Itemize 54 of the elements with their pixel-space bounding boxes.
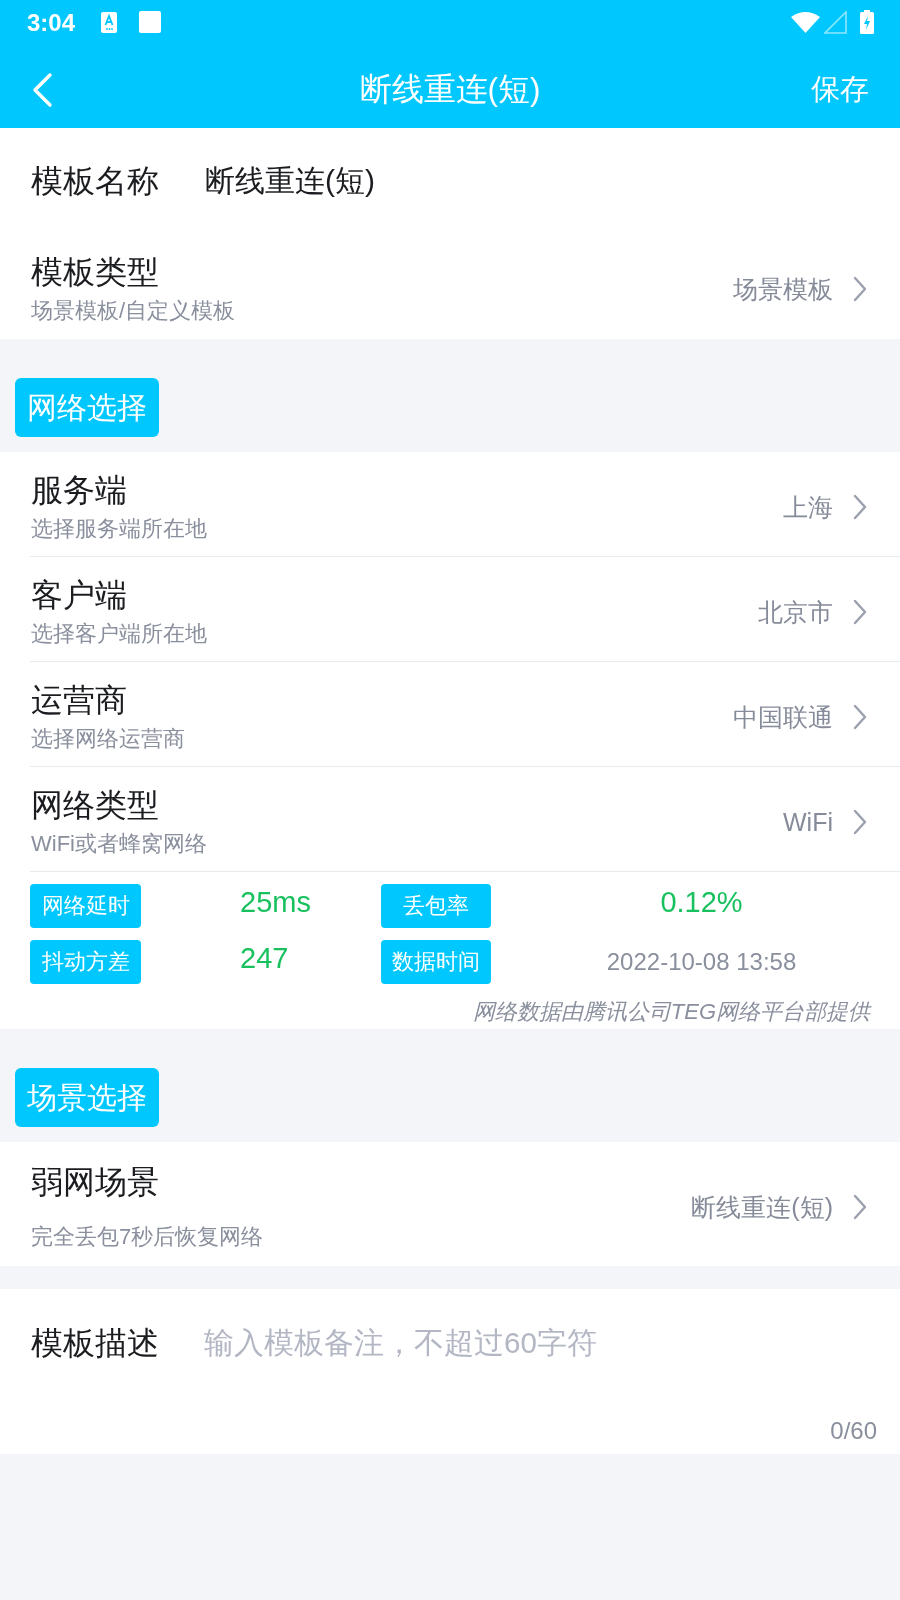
stat-label: 丢包率 — [381, 884, 491, 928]
row-hint: 完全丢包7秒后恢复网络 — [31, 1223, 265, 1251]
settings-row[interactable]: 网络类型 WiFi或者蜂窝网络 WiFi — [0, 767, 900, 872]
chevron-right-icon — [853, 494, 867, 520]
stat-value: 0.12% — [660, 885, 743, 919]
template-type-row[interactable]: 模板类型 场景模板/自定义模板 场景模板 — [0, 234, 900, 339]
row-value: 断线重连(短) — [691, 1191, 833, 1223]
row-value: 北京市 — [758, 596, 833, 628]
scene-row[interactable]: 弱网场景 完全丢包7秒后恢复网络 断线重连(短) — [0, 1142, 900, 1266]
character-counter: 0/60 — [830, 1417, 877, 1445]
row-value: WiFi — [783, 807, 833, 837]
template-name-row[interactable]: 模板名称 断线重连(短) — [0, 128, 900, 234]
section-label: 网络选择 — [15, 378, 159, 437]
row-hint: 选择客户端所在地 — [31, 620, 208, 648]
stat-label: 抖动方差 — [30, 940, 141, 984]
row-value: 上海 — [783, 491, 833, 523]
description-panel[interactable]: 模板描述 输入模板备注，不超过60字符 0/60 — [0, 1289, 900, 1454]
battery-charging-icon — [860, 10, 874, 34]
settings-row[interactable]: 客户端 选择客户端所在地 北京市 — [0, 557, 900, 662]
row-title: 客户端 — [31, 576, 128, 615]
stat-value: 25ms — [240, 885, 311, 919]
template-name-label: 模板名称 — [31, 162, 159, 201]
row-hint: 选择网络运营商 — [31, 725, 186, 753]
signal-icon — [824, 10, 847, 34]
chevron-right-icon — [853, 809, 867, 835]
row-hint: WiFi或者蜂窝网络 — [31, 830, 208, 858]
settings-row[interactable]: 服务端 选择服务端所在地 上海 — [0, 452, 900, 557]
wifi-icon — [791, 11, 820, 33]
row-hint: 场景模板/自定义模板 — [31, 297, 237, 325]
row-value: 场景模板 — [733, 273, 833, 305]
row-title: 服务端 — [31, 471, 128, 510]
data-source-note: 网络数据由腾讯公司TEG网络平台部提供 — [472, 998, 870, 1026]
back-icon[interactable] — [31, 72, 53, 108]
letter-tile-icon — [101, 12, 118, 33]
settings-row[interactable]: 运营商 选择网络运营商 中国联通 — [0, 662, 900, 767]
row-value: 中国联通 — [733, 701, 833, 733]
stat-label: 网络延时 — [30, 884, 141, 928]
square-icon — [139, 11, 162, 33]
chevron-right-icon — [853, 599, 867, 625]
row-title: 网络类型 — [31, 786, 160, 825]
row-title: 运营商 — [31, 681, 128, 720]
section-label: 场景选择 — [15, 1068, 159, 1127]
stat-label: 数据时间 — [381, 940, 491, 984]
row-hint: 选择服务端所在地 — [31, 515, 208, 543]
chevron-right-icon — [853, 276, 867, 302]
page-title: 断线重连(短) — [359, 70, 541, 109]
row-title: 弱网场景 — [31, 1163, 160, 1202]
stat-value: 247 — [240, 941, 289, 975]
chevron-right-icon — [853, 704, 867, 730]
row-title: 模板类型 — [31, 253, 160, 292]
stat-value: 2022-10-08 13:58 — [606, 948, 797, 976]
status-time: 3:04 — [27, 9, 76, 37]
description-label: 模板描述 — [31, 1324, 159, 1363]
chevron-right-icon — [853, 1194, 867, 1220]
